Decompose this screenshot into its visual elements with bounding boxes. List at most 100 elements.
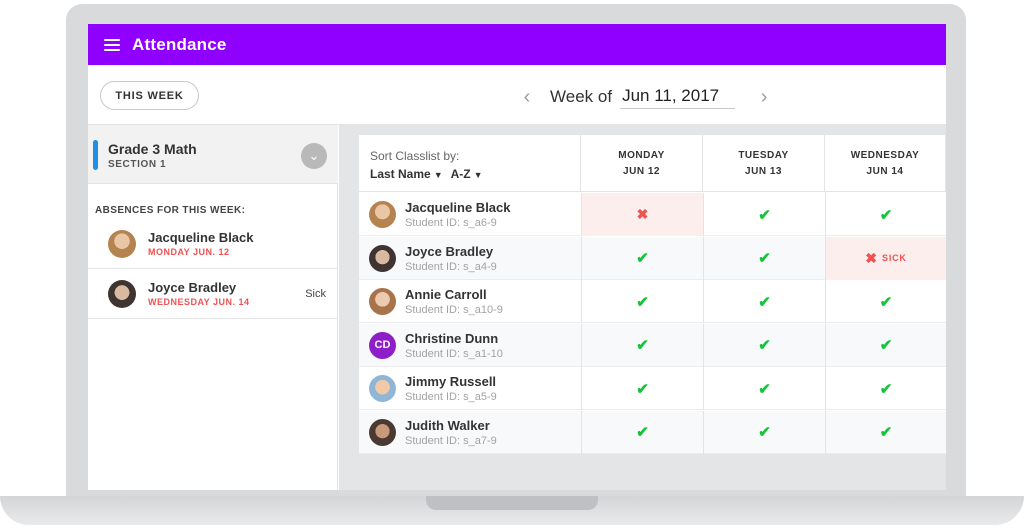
attendance-cell[interactable]: ✔ — [703, 323, 825, 367]
attendance-cell[interactable]: ✔ — [703, 280, 825, 323]
sort-order-dropdown[interactable]: A-Z ▼ — [451, 167, 483, 181]
check-icon: ✔ — [758, 380, 771, 398]
class-accent-bar — [93, 140, 98, 170]
week-date-picker[interactable]: Jun 11, 2017 — [620, 86, 736, 109]
app-screen: Attendance THIS WEEK ‹ Week of Jun 11, 2… — [88, 24, 946, 490]
day-date: JUN 12 — [623, 166, 660, 177]
attendance-cell[interactable]: ✔ — [825, 323, 946, 367]
this-week-button[interactable]: THIS WEEK — [100, 81, 199, 110]
student-name: Joyce Bradley — [405, 243, 494, 259]
check-icon: ✔ — [758, 337, 771, 354]
x-icon: ✖ — [636, 206, 649, 222]
day-date: JUN 13 — [745, 166, 782, 177]
week-toolbar: THIS WEEK ‹ Week of Jun 11, 2017 › — [88, 65, 946, 125]
student-id: Student ID: s_a1-10 — [405, 347, 503, 360]
sort-options: Last Name ▼ A-Z ▼ — [370, 167, 483, 181]
student-id: Student ID: s_a7-9 — [405, 434, 497, 447]
attendance-grid: Sort Classlist by: Last Name ▼ A-Z ▼ MONDA… — [359, 135, 946, 454]
attendance-cell[interactable]: ✔ — [825, 193, 946, 236]
attendance-cell[interactable]: ✔ — [581, 410, 703, 454]
table-row: CD Christine Dunn Student ID: s_a1-10 ✔ ✔ ✔ — [359, 323, 946, 367]
day-date: JUN 14 — [866, 166, 904, 177]
student-name: Christine Dunn — [405, 330, 499, 346]
check-icon: ✔ — [636, 293, 649, 311]
check-icon: ✔ — [636, 337, 649, 354]
check-icon: ✔ — [879, 293, 893, 311]
absence-item[interactable]: Jacqueline Black MONDAY JUN. 12 — [88, 219, 338, 269]
attendance-cell[interactable]: ✔ — [825, 367, 946, 410]
absence-note: Sick — [305, 288, 326, 300]
table-row: Jimmy Russell Student ID: s_a5-9 ✔ ✔ ✔ — [359, 367, 946, 410]
student-name: Annie Carroll — [405, 287, 487, 302]
avatar — [369, 244, 396, 272]
student-id: Student ID: s_a6-9 — [405, 217, 497, 229]
chevron-left-icon[interactable]: ‹ — [518, 86, 536, 109]
check-icon: ✔ — [758, 206, 771, 224]
check-icon: ✔ — [758, 293, 771, 311]
attendance-cell[interactable]: ✖ — [581, 193, 703, 236]
class-selector[interactable]: Grade 3 Math SECTION 1 ⌄ — [88, 125, 338, 184]
attendance-cell[interactable]: ✔ — [581, 367, 703, 410]
caret-down-icon: ▼ — [473, 170, 483, 180]
attendance-cell[interactable]: ✔ — [825, 410, 946, 454]
sort-field-dropdown[interactable]: Last Name ▼ — [370, 167, 443, 181]
caret-down-icon: ▼ — [433, 170, 443, 180]
attendance-cell[interactable]: ✔ — [703, 236, 825, 280]
chevron-down-icon[interactable]: ⌄ — [301, 143, 327, 169]
day-name: MONDAY — [618, 150, 665, 161]
sort-order-label: A-Z — [450, 167, 471, 181]
attendance-cell[interactable]: ✔ — [825, 280, 946, 323]
attendance-cell[interactable]: ✔ — [581, 323, 703, 367]
class-section: SECTION 1 — [108, 159, 167, 170]
day-column-header: WEDNESDAY JUN 14 — [825, 135, 946, 192]
attendance-cell[interactable]: ✔ — [581, 236, 703, 280]
avatar: CD — [369, 331, 396, 359]
absence-item[interactable]: Joyce Bradley WEDNESDAY JUN. 14 Sick — [88, 269, 338, 319]
absence-student-name: Jacqueline Black — [148, 230, 254, 245]
table-row: Joyce Bradley Student ID: s_a4-9 ✔ ✔ ✖ SICK — [359, 236, 946, 280]
avatar — [369, 201, 396, 228]
sort-label: Sort Classlist by: — [370, 149, 460, 163]
app-title: Attendance — [132, 34, 227, 54]
check-icon: ✔ — [636, 250, 649, 267]
check-icon: ✔ — [758, 424, 771, 441]
check-icon: ✔ — [879, 206, 893, 224]
class-name: Grade 3 Math — [108, 141, 197, 157]
check-icon: ✔ — [879, 380, 893, 398]
chevron-right-icon[interactable]: › — [755, 86, 773, 109]
avatar — [369, 418, 396, 446]
attendance-cell[interactable]: ✔ — [581, 280, 703, 323]
day-name: TUESDAY — [738, 150, 789, 161]
check-icon: ✔ — [758, 250, 771, 267]
avatar — [369, 288, 396, 315]
attendance-cell[interactable]: ✖ SICK — [825, 236, 946, 280]
student-id: Student ID: s_a10-9 — [405, 304, 503, 316]
check-icon: ✔ — [636, 424, 649, 441]
week-navigator: ‹ Week of Jun 11, 2017 › — [518, 85, 773, 109]
avatar — [108, 230, 136, 258]
student-name: Judith Walker — [405, 417, 490, 433]
attendance-cell[interactable]: ✔ — [703, 410, 825, 454]
table-row: Jacqueline Black Student ID: s_a6-9 ✖ ✔ ✔ — [359, 193, 946, 236]
attendance-cell[interactable]: ✔ — [703, 367, 825, 410]
student-name: Jacqueline Black — [405, 200, 511, 215]
table-row: Judith Walker Student ID: s_a7-9 ✔ ✔ ✔ — [359, 410, 946, 454]
day-column-header: TUESDAY JUN 13 — [703, 135, 825, 192]
avatar — [369, 375, 396, 402]
attendance-cell[interactable]: ✔ — [703, 193, 825, 236]
sort-control: Sort Classlist by: Last Name ▼ A-Z ▼ — [359, 135, 581, 192]
hamburger-icon[interactable] — [104, 38, 120, 51]
x-icon: ✖ — [865, 249, 878, 266]
classlist-panel: Sort Classlist by: Last Name ▼ A-Z ▼ MONDA… — [339, 125, 946, 490]
day-name: WEDNESDAY — [850, 150, 920, 161]
student-name: Jimmy Russell — [405, 374, 497, 389]
check-icon: ✔ — [879, 337, 893, 354]
week-prefix: Week of — [550, 87, 613, 106]
day-column-header: MONDAY JUN 12 — [581, 135, 703, 192]
student-id: Student ID: s_a5-9 — [405, 391, 497, 403]
laptop-notch — [426, 496, 598, 510]
student-id: Student ID: s_a4-9 — [405, 260, 497, 273]
sort-field-label: Last Name — [370, 167, 431, 181]
avatar — [108, 280, 136, 308]
absence-date: MONDAY JUN. 12 — [148, 247, 230, 257]
